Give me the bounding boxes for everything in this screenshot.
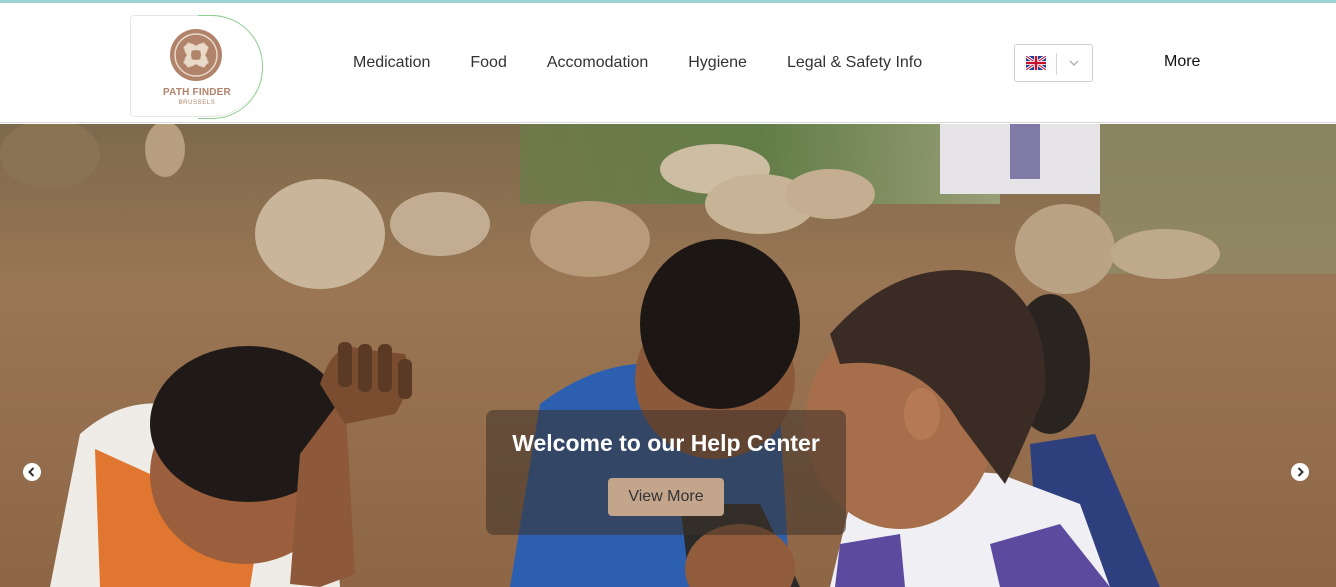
site-header: PATH FINDER BRUSSELS Medication Food Acc… — [0, 3, 1336, 123]
more-menu[interactable]: More — [1164, 53, 1200, 71]
chevron-down-icon[interactable] — [1067, 54, 1081, 72]
main-nav: Medication Food Accomodation Hygiene Leg… — [333, 3, 942, 123]
carousel-next-button[interactable] — [1291, 463, 1309, 481]
helping-hands-logo-icon — [170, 29, 222, 81]
brand-logo[interactable]: PATH FINDER BRUSSELS — [130, 15, 263, 119]
brand-city: BRUSSELS — [178, 100, 216, 106]
chevron-right-icon — [1297, 467, 1304, 477]
nav-item-accomodation[interactable]: Accomodation — [527, 54, 668, 72]
nav-item-food[interactable]: Food — [450, 54, 526, 72]
hero-caption: Welcome to our Help Center View More — [486, 410, 846, 535]
view-more-button[interactable]: View More — [608, 478, 724, 516]
chevron-left-icon — [28, 467, 35, 477]
nav-item-medication[interactable]: Medication — [333, 54, 450, 72]
nav-item-hygiene[interactable]: Hygiene — [668, 54, 767, 72]
nav-item-legal-safety[interactable]: Legal & Safety Info — [767, 54, 942, 72]
uk-flag-icon — [1026, 56, 1046, 70]
language-selector[interactable] — [1014, 44, 1093, 82]
brand-name: PATH FINDER — [163, 87, 231, 98]
hero-title: Welcome to our Help Center — [512, 430, 820, 456]
hero-carousel: Welcome to our Help Center View More — [0, 124, 1336, 587]
carousel-prev-button[interactable] — [23, 463, 41, 481]
language-divider — [1056, 53, 1057, 75]
